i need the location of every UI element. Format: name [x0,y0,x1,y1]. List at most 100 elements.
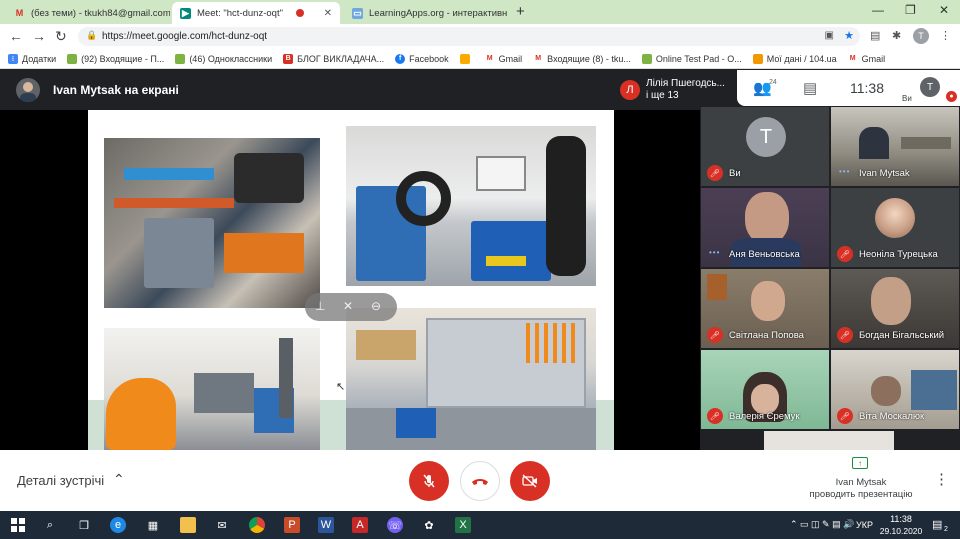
muted-mic-icon: 🎤︎ [837,246,853,262]
bookmark-item[interactable]: f Facebook [395,53,449,64]
chrome-icon[interactable] [249,517,265,533]
meet-icon: ▶ [180,7,191,19]
bookmark-item[interactable]: M Gmail [484,53,522,64]
learningapps-icon: ▭ [352,7,363,19]
participant-name: Неоніла Турецька [859,249,938,260]
search-icon[interactable]: ⌕ [42,517,58,533]
leave-call-button[interactable] [460,461,500,501]
mute-participant-icon[interactable]: ✕ [343,299,353,313]
camera-toggle-button[interactable] [510,461,550,501]
remove-icon[interactable]: ⊖ [371,299,381,313]
powerpoint-icon[interactable]: P [284,517,300,533]
word-icon[interactable]: W [318,517,334,533]
muted-mic-icon: 🎤︎ [707,165,723,181]
presenter-name: Ivan Mytsak [835,477,887,488]
input-language[interactable]: УКР [856,520,873,530]
microphone-toggle-button[interactable] [409,461,449,501]
bookmark-item[interactable]: (46) Одноклассники [175,53,272,64]
extension-icon[interactable]: ▤ [870,29,880,42]
lock-icon: 🔒 [86,30,98,40]
taskbar-date: 29.10.2020 [879,526,923,536]
muted-mic-icon: 🎤︎ [707,408,723,424]
windows-start-icon[interactable] [10,517,26,533]
task-view-icon[interactable]: ❒ [76,517,92,533]
window-close-icon[interactable]: ✕ [939,3,949,17]
excel-icon[interactable]: X [455,517,471,533]
presentation-stage: ⊥ ✕ ⊖ ↖ [0,110,700,450]
participant-tile-partial[interactable] [764,431,894,450]
participant-tile[interactable]: 🎤︎ Віта Москалюк [831,350,959,429]
bookmark-item[interactable]: Мої дані / 104.ua [752,53,837,64]
store-icon[interactable]: ▦ [145,517,161,533]
participant-tile[interactable]: ••• Ivan Mytsak [831,107,959,186]
chevron-up-icon[interactable]: ⌃ [113,471,125,488]
reload-icon[interactable]: ↻ [55,28,67,45]
participant-tile[interactable]: 🎤︎ Неоніла Турецька [831,188,959,267]
page-title: Ivan Mytsak на екрані [53,83,179,97]
facebook-icon: f [395,53,406,64]
participant-tile[interactable]: 🎤︎ Богдан Бігальський [831,269,959,348]
avatar[interactable]: T [920,77,940,97]
speaking-dots-icon: ••• [709,248,721,257]
participant-tile[interactable]: ••• Аня Веньовська [701,188,829,267]
shared-slide [88,110,614,450]
tab-meet[interactable]: ▶ Meet: "hct-dunz-oqt" ✕ [172,2,340,24]
bookmark-item[interactable]: M Входящие (8) - tku... [533,53,631,64]
mail-icon[interactable]: ✉ [214,517,230,533]
pin-icon[interactable]: ⊥ [315,299,325,313]
avatar [16,78,40,102]
close-icon[interactable]: ✕ [318,8,332,19]
file-explorer-icon[interactable] [180,517,196,533]
bookmark-item[interactable]: B БЛОГ ВИКЛАДАЧА... [283,53,384,64]
site-icon [752,53,763,64]
presenter-status: проводить презентацію [809,489,913,500]
camera-off-icon [522,474,537,488]
close-icon[interactable]: ✕ [507,8,510,19]
bookmark-item[interactable]: M Gmail [847,53,885,64]
tab-gmail[interactable]: M (без теми) - tkukh84@gmail.com ✕ [6,2,170,24]
participant-name: Віта Москалюк [859,411,925,422]
back-arrow-icon[interactable]: ← [9,28,23,44]
mic-off-icon [423,474,435,488]
restore-icon[interactable]: ❐ [905,3,916,17]
viber-icon[interactable]: ☏ [387,517,403,533]
mouse-cursor-icon: ↖ [336,381,346,393]
browser-tab-strip: M (без теми) - tkukh84@gmail.com ✕ ▶ Mee… [0,0,960,24]
present-screen-icon[interactable]: ↑ [852,457,868,469]
participant-tile[interactable]: 🎤︎ Валерія Єремук [701,350,829,429]
browser-toolbar: ← → ↻ 🔒 https://meet.google.com/hct-dunz… [0,24,960,49]
profile-avatar[interactable]: T [913,28,929,44]
menu-dots-icon[interactable]: ⋮ [940,29,951,42]
participant-tile[interactable]: 🎤︎ Світлана Попова [701,269,829,348]
notification-center-icon[interactable]: ▤ [932,518,942,531]
user-photo-icon [20,82,36,102]
people-chip[interactable]: Л Лілія Пшегодсь... і ще 13 [614,70,736,110]
people-chip-line2: і ще 13 [646,90,679,101]
tab-learningapps[interactable]: ▭ LearningApps.org - интерактивн ✕ [344,2,510,24]
bookmark-star-icon[interactable]: ★ [844,29,854,42]
bookmark-item[interactable] [459,53,474,64]
system-tray-icons[interactable]: ⌃ ▭ ◫ ✎ ▤ 🔊 [790,519,854,530]
url-text: https://meet.google.com/hct-dunz-oqt [102,31,268,42]
puzzle-icon[interactable]: ✱ [892,29,901,42]
chat-icon[interactable]: ▤ [803,79,817,97]
app-icon[interactable]: ✿ [421,517,437,533]
edge-icon[interactable]: e [110,517,126,533]
more-options-icon[interactable]: ⋮ [934,470,949,488]
forward-arrow-icon[interactable]: → [32,28,46,44]
participant-grid: T 🎤︎ Ви ••• Ivan Mytsak ••• Аня Веньовсь… [700,106,960,450]
bookmark-item[interactable]: Online Test Pad - О... [641,53,742,64]
bookmark-item[interactable]: (92) Входящие - П... [67,53,164,64]
address-bar[interactable]: 🔒 https://meet.google.com/hct-dunz-oqt ▣… [78,27,860,46]
new-tab-button[interactable]: + [516,3,525,20]
muted-mic-icon: 🎤︎ [707,327,723,343]
participant-name: Ви [729,168,741,179]
bookmark-apps[interactable]: ⁝ Додатки [8,53,56,64]
acrobat-icon[interactable]: A [352,517,368,533]
gmail-icon: M [15,8,24,18]
participant-tile[interactable]: T 🎤︎ Ви [701,107,829,186]
meet-top-controls: 👥 24 ▤ 11:38 T Ви ● [737,70,960,106]
minimize-icon[interactable]: — [872,3,884,17]
camera-permission-icon[interactable]: ▣ [825,30,834,41]
meeting-details-button[interactable]: Деталі зустрічі [17,473,104,488]
